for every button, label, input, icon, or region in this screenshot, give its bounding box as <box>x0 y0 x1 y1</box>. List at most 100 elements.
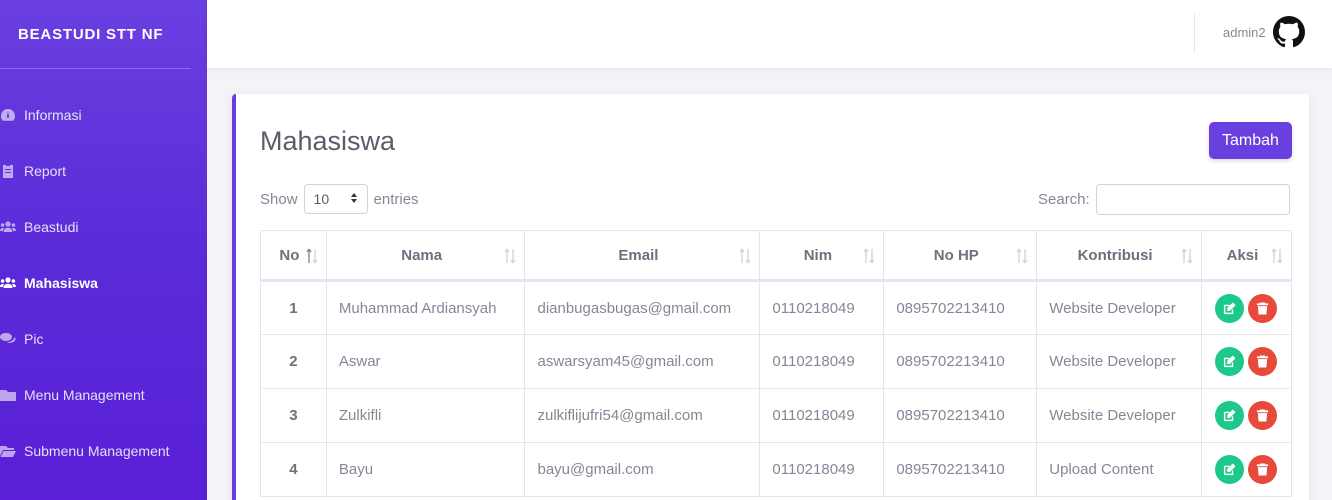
table-search: Search: <box>1038 184 1290 215</box>
sidebar-item-beastudi[interactable]: Beastudi <box>0 199 207 255</box>
mahasiswa-table: No Nama Email Nim No HP Kontribusi Aksi … <box>260 230 1293 497</box>
comments-icon <box>0 332 24 346</box>
cell-email: zulkiflijufri54@gmail.com <box>524 388 761 443</box>
topbar-divider <box>1194 14 1195 52</box>
select-arrows-icon <box>350 191 358 207</box>
sidebar-item-label: Report <box>24 163 67 179</box>
column-header-label: Nim <box>803 246 833 264</box>
cell-no-hp: 0895702213410 <box>883 280 1038 335</box>
cell-no: 3 <box>260 388 327 443</box>
brand-title[interactable]: BEASTUDI STT NF <box>0 0 207 68</box>
folder-icon <box>0 388 24 402</box>
users-icon <box>0 276 24 290</box>
table-row: 3 Zulkifli zulkiflijufri54@gmail.com 011… <box>260 388 1293 443</box>
trash-icon <box>1256 463 1269 476</box>
sidebar-item-mahasiswa[interactable]: Mahasiswa <box>0 255 207 311</box>
cell-aksi <box>1200 388 1293 443</box>
sidebar-nav: Informasi Report Beastudi Mahasiswa Pic <box>0 87 207 479</box>
trash-icon <box>1256 409 1269 422</box>
dashboard-icon <box>0 108 24 122</box>
cell-nim: 0110218049 <box>759 280 885 335</box>
sidebar-item-informasi[interactable]: Informasi <box>0 87 207 143</box>
cell-nama: Muhammad Ardiansyah <box>325 280 526 335</box>
cell-aksi <box>1200 442 1293 497</box>
trash-icon <box>1256 355 1269 368</box>
column-header-email[interactable]: Email <box>524 230 761 282</box>
sidebar-item-label: Mahasiswa <box>24 275 98 291</box>
sidebar-item-label: Menu Management <box>24 387 145 403</box>
edit-button[interactable] <box>1214 347 1244 376</box>
cell-no-hp: 0895702213410 <box>883 334 1038 389</box>
folder-open-icon <box>0 444 24 458</box>
edit-icon <box>1223 355 1236 368</box>
user-name[interactable]: admin2 <box>1223 25 1266 40</box>
sort-icon <box>504 248 517 264</box>
column-header-nama[interactable]: Nama <box>325 230 526 282</box>
sidebar-divider <box>0 68 191 69</box>
sidebar-item-submenu-management[interactable]: Submenu Management <box>0 423 207 479</box>
sidebar-item-menu-management[interactable]: Menu Management <box>0 367 207 423</box>
table-row: 4 Bayu bayu@gmail.com 0110218049 0895702… <box>260 442 1293 497</box>
show-label: Show <box>260 190 298 208</box>
edit-icon <box>1223 409 1236 422</box>
sort-icon <box>1016 248 1028 264</box>
entries-label: entries <box>373 190 419 208</box>
sidebar: BEASTUDI STT NF Informasi Report Beastud… <box>0 0 207 500</box>
mahasiswa-card: Mahasiswa Tambah Show 10 entries Search:… <box>232 94 1309 500</box>
edit-icon <box>1223 301 1236 314</box>
cell-kontribusi: Upload Content <box>1036 442 1202 497</box>
table-header-row: No Nama Email Nim No HP Kontribusi Aksi <box>260 230 1293 282</box>
column-header-kontribusi[interactable]: Kontribusi <box>1036 230 1202 282</box>
edit-button[interactable] <box>1214 401 1244 430</box>
column-header-no[interactable]: No <box>260 230 327 282</box>
delete-button[interactable] <box>1247 347 1277 376</box>
delete-button[interactable] <box>1247 455 1277 484</box>
cell-no-hp: 0895702213410 <box>883 442 1038 497</box>
delete-button[interactable] <box>1247 401 1277 430</box>
cell-nama: Aswar <box>325 334 526 389</box>
column-header-nim[interactable]: Nim <box>759 230 885 282</box>
cell-nim: 0110218049 <box>759 334 885 389</box>
column-header-label: Email <box>618 246 659 264</box>
sidebar-item-label: Pic <box>24 331 44 347</box>
table-row: 2 Aswar aswarsyam45@gmail.com 0110218049… <box>260 334 1293 389</box>
search-label: Search: <box>1038 191 1090 208</box>
cell-kontribusi: Website Developer <box>1036 388 1202 443</box>
edit-icon <box>1223 463 1236 476</box>
users-icon <box>0 220 24 234</box>
table-row: 1 Muhammad Ardiansyah dianbugasbugas@gma… <box>260 280 1293 335</box>
cell-nim: 0110218049 <box>759 388 885 443</box>
sort-icon <box>739 248 751 264</box>
sidebar-item-label: Beastudi <box>24 219 79 235</box>
sidebar-item-pic[interactable]: Pic <box>0 311 207 367</box>
column-header-label: Aksi <box>1226 246 1259 264</box>
clipboard-icon <box>0 164 24 178</box>
cell-no: 2 <box>260 334 327 389</box>
entries-length-control: Show 10 entries <box>260 184 419 214</box>
search-input[interactable] <box>1095 184 1290 215</box>
github-icon[interactable] <box>1273 16 1305 48</box>
column-header-aksi[interactable]: Aksi <box>1200 230 1293 282</box>
cell-no: 1 <box>260 280 327 335</box>
delete-button[interactable] <box>1247 293 1277 323</box>
cell-nama: Bayu <box>325 442 526 497</box>
entries-select[interactable]: 10 <box>303 184 368 214</box>
column-header-label: No HP <box>933 246 979 264</box>
cell-kontribusi: Website Developer <box>1036 280 1202 335</box>
cell-email: aswarsyam45@gmail.com <box>524 334 761 389</box>
sort-icon <box>1181 248 1193 264</box>
cell-email: dianbugasbugas@gmail.com <box>524 280 761 335</box>
sidebar-item-report[interactable]: Report <box>0 143 207 199</box>
edit-button[interactable] <box>1214 293 1244 323</box>
entries-value: 10 <box>313 191 330 207</box>
cell-email: bayu@gmail.com <box>524 442 761 497</box>
column-header-no-hp[interactable]: No HP <box>883 230 1038 282</box>
sidebar-item-label: Submenu Management <box>24 443 170 459</box>
add-button[interactable]: Tambah <box>1209 122 1292 159</box>
topbar: admin2 <box>207 0 1332 68</box>
sort-icon <box>1271 248 1283 264</box>
cell-aksi <box>1200 334 1293 389</box>
cell-kontribusi: Website Developer <box>1036 334 1202 389</box>
edit-button[interactable] <box>1214 455 1244 484</box>
trash-icon <box>1256 301 1269 315</box>
